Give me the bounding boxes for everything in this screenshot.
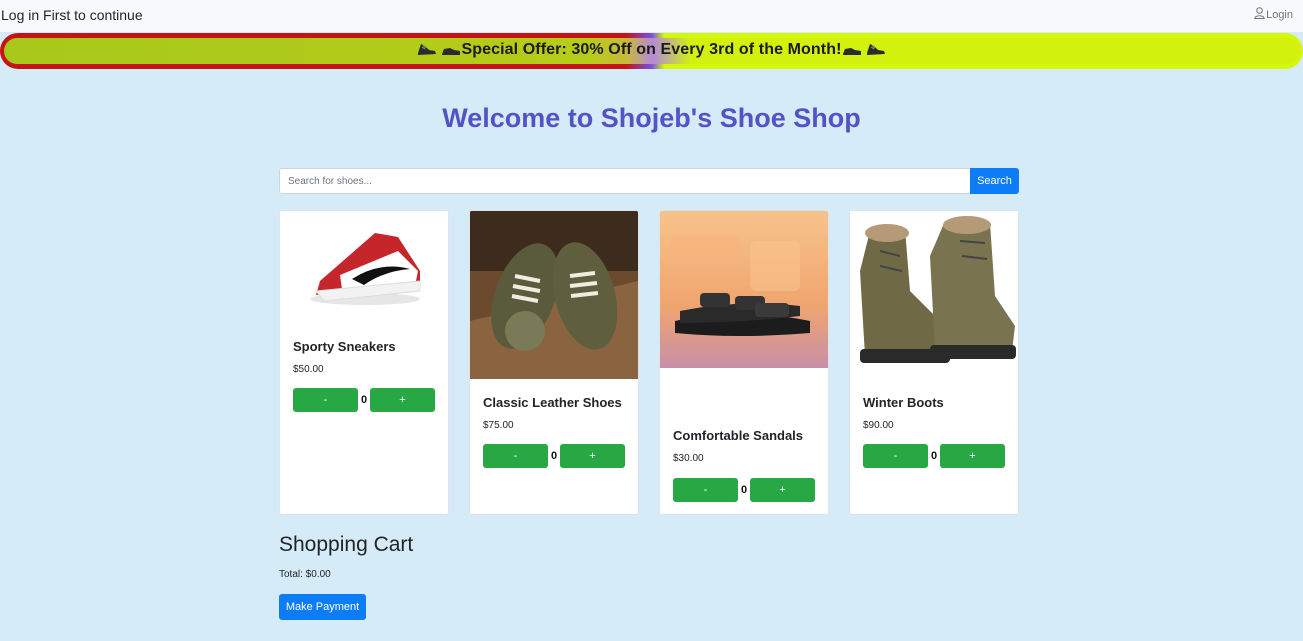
product-image xyxy=(660,211,828,368)
decrease-button[interactable]: - xyxy=(293,388,358,412)
offer-text: Special Offer: 30% Off on Every 3rd of t… xyxy=(461,41,842,58)
login-label: Login xyxy=(1266,8,1293,21)
top-navbar: Log in First to continue Login xyxy=(0,0,1303,32)
decrease-button[interactable]: - xyxy=(483,444,548,468)
product-card: Winter Boots $90.00 - 0 + xyxy=(849,210,1019,515)
cart-title: Shopping Cart xyxy=(279,533,414,556)
login-link[interactable]: Login xyxy=(1254,7,1293,22)
increase-button[interactable]: + xyxy=(750,478,815,502)
product-name: Classic Leather Shoes xyxy=(483,395,622,410)
quantity-value: 0 xyxy=(550,450,558,462)
product-card: Comfortable Sandals $30.00 - 0 + xyxy=(659,210,829,515)
product-price: $30.00 xyxy=(673,453,704,464)
search-bar: Search xyxy=(279,168,1019,194)
product-image xyxy=(850,211,1018,379)
offer-banner: Special Offer: 30% Off on Every 3rd of t… xyxy=(0,33,1303,69)
product-price: $90.00 xyxy=(863,420,894,431)
quantity-value: 0 xyxy=(360,394,368,406)
quantity-value: 0 xyxy=(740,484,748,496)
product-price: $50.00 xyxy=(293,364,324,375)
quantity-value: 0 xyxy=(930,450,938,462)
quantity-stepper: - 0 + xyxy=(293,388,435,412)
sneaker-icon xyxy=(866,41,886,57)
product-name: Sporty Sneakers xyxy=(293,339,396,354)
shoe-icon xyxy=(842,41,862,57)
quantity-stepper: - 0 + xyxy=(863,444,1005,468)
product-name: Comfortable Sandals xyxy=(673,428,804,443)
product-image xyxy=(470,211,638,379)
quantity-stepper: - 0 + xyxy=(483,444,625,468)
decrease-button[interactable]: - xyxy=(863,444,928,468)
search-button[interactable]: Search xyxy=(970,168,1019,194)
quantity-stepper: - 0 + xyxy=(673,478,815,502)
increase-button[interactable]: + xyxy=(370,388,435,412)
cart-total: Total: $0.00 xyxy=(279,569,331,580)
product-name: Winter Boots xyxy=(863,395,944,410)
product-price: $75.00 xyxy=(483,420,514,431)
product-card: Sporty Sneakers $50.00 - 0 + xyxy=(279,210,449,515)
make-payment-button[interactable]: Make Payment xyxy=(279,594,366,620)
increase-button[interactable]: + xyxy=(940,444,1005,468)
increase-button[interactable]: + xyxy=(560,444,625,468)
decrease-button[interactable]: - xyxy=(673,478,738,502)
search-input[interactable] xyxy=(279,168,970,194)
page-title: Welcome to Shojeb's Shoe Shop xyxy=(442,103,861,133)
login-prompt: Log in First to continue xyxy=(1,7,143,23)
user-icon xyxy=(1254,7,1265,22)
sneaker-icon xyxy=(417,41,437,57)
product-card: Classic Leather Shoes $75.00 - 0 + xyxy=(469,210,639,515)
shoe-icon xyxy=(441,41,461,57)
product-image xyxy=(280,211,448,329)
